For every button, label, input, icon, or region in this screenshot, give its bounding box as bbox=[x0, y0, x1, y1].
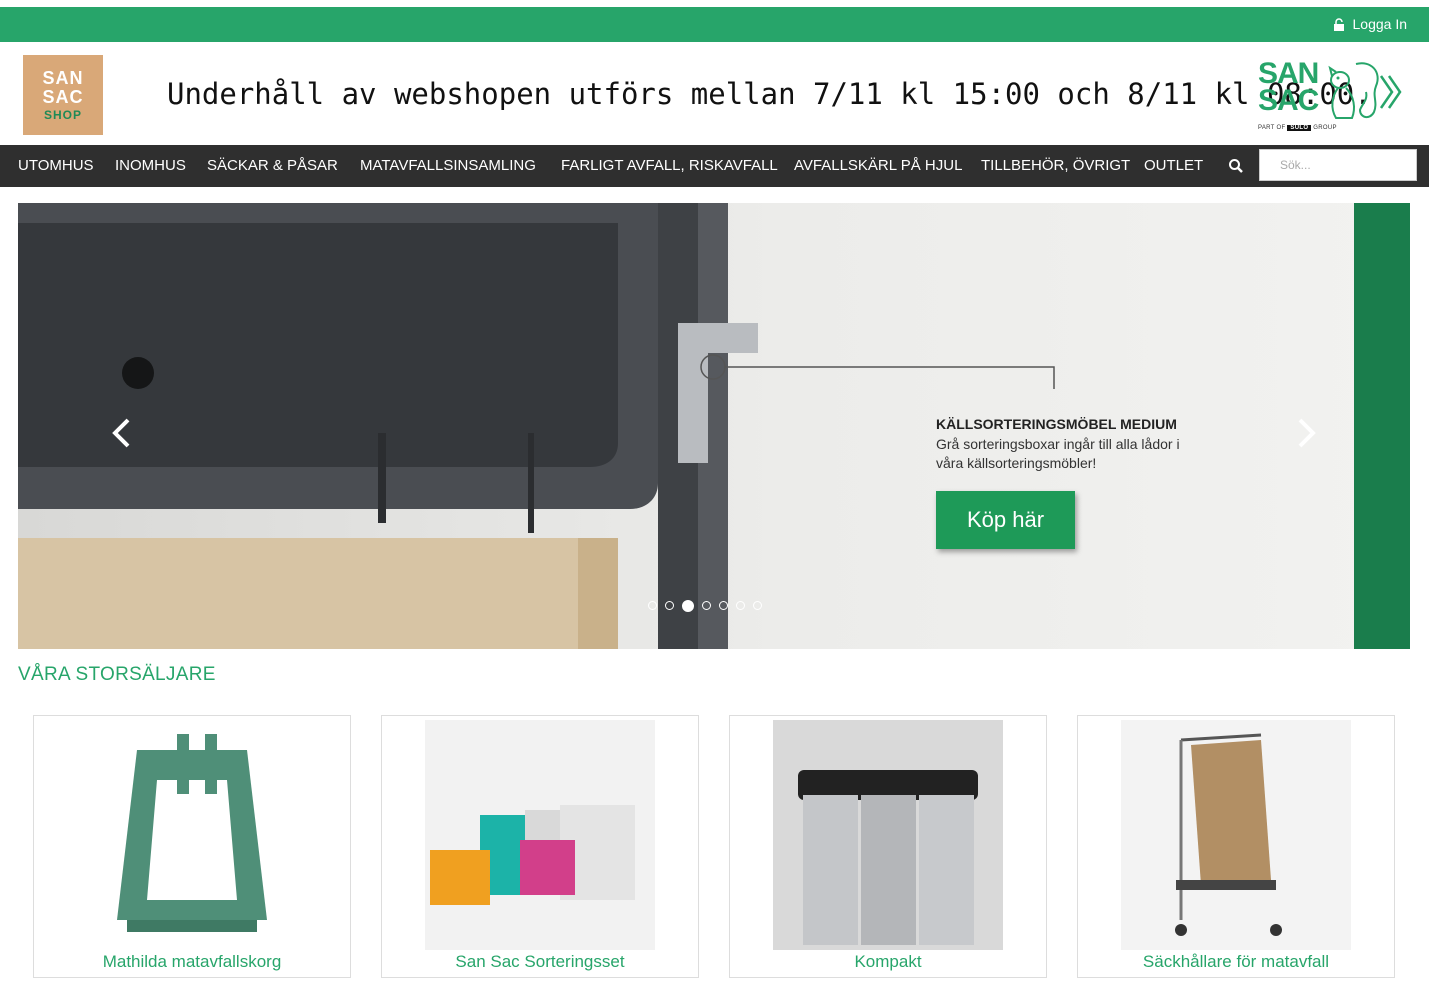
carousel-dot[interactable] bbox=[753, 601, 762, 610]
nav-item-avfallskarl[interactable]: AVFALLSKÄRL PÅ HJUL bbox=[794, 157, 962, 174]
carousel-dot-active[interactable] bbox=[682, 600, 694, 612]
hero-green-band bbox=[1354, 203, 1410, 649]
nav-item-tillbehor[interactable]: TILLBEHÖR, ÖVRIGT bbox=[981, 157, 1130, 174]
nav-item-inomhus[interactable]: INOMHUS bbox=[115, 157, 186, 174]
shop-logo-line3: SHOP bbox=[43, 108, 82, 122]
hero-carousel: KÄLLSORTERINGSMÖBEL MEDIUM Grå sortering… bbox=[18, 203, 1410, 649]
carousel-dot[interactable] bbox=[665, 601, 674, 610]
shop-logo-line2: SAC bbox=[42, 87, 84, 107]
buy-here-button[interactable]: Köp här bbox=[936, 491, 1075, 549]
product-card[interactable]: Säckhållare för matavfall bbox=[1077, 715, 1395, 978]
product-card[interactable]: Kompakt bbox=[729, 715, 1047, 978]
search-icon[interactable] bbox=[1228, 158, 1244, 174]
product-card[interactable]: San Sac Sorteringsset bbox=[381, 715, 699, 978]
product-image-kompakt bbox=[773, 720, 1003, 950]
chevron-left-icon[interactable] bbox=[110, 417, 132, 449]
brand-line2: SAC bbox=[1258, 84, 1319, 117]
product-name[interactable]: Säckhållare för matavfall bbox=[1078, 952, 1394, 972]
nav-item-matavfallsinsamling[interactable]: MATAVFALLSINSAMLING bbox=[360, 157, 536, 174]
login-link[interactable]: Logga In bbox=[1333, 16, 1408, 32]
top-bar: Logga In bbox=[0, 7, 1429, 42]
product-image-sorteringsset bbox=[425, 720, 655, 950]
product-card[interactable]: Mathilda matavfallskorg bbox=[33, 715, 351, 978]
header: SAN SAC SHOP Underhåll av webshopen utfö… bbox=[0, 42, 1429, 145]
sansac-brand-logo[interactable]: SAN SAC PART OF SULO GROUP bbox=[1256, 54, 1406, 136]
hero-title: KÄLLSORTERINGSMÖBEL MEDIUM bbox=[936, 416, 1177, 432]
brand-text: SAN SAC bbox=[1258, 57, 1319, 117]
group-label: GROUP bbox=[1313, 125, 1337, 131]
brand-part-of: PART OF SULO GROUP bbox=[1258, 125, 1337, 131]
lock-icon bbox=[1333, 17, 1344, 31]
carousel-dot[interactable] bbox=[648, 601, 657, 610]
carousel-indicators bbox=[648, 600, 762, 612]
product-image-mathilda bbox=[117, 734, 267, 932]
shop-logo[interactable]: SAN SAC SHOP bbox=[23, 55, 103, 135]
carousel-dot[interactable] bbox=[702, 601, 711, 610]
login-label: Logga In bbox=[1352, 16, 1408, 32]
nav-item-outlet[interactable]: OUTLET bbox=[1144, 157, 1203, 174]
product-name[interactable]: Kompakt bbox=[730, 952, 1046, 972]
brand-line1: SAN bbox=[1258, 57, 1319, 90]
hero-image bbox=[18, 203, 1055, 649]
product-image-sackhallare bbox=[1121, 720, 1351, 950]
nav-item-sackar-pasar[interactable]: SÄCKAR & PÅSAR bbox=[207, 157, 338, 174]
product-name[interactable]: Mathilda matavfallskorg bbox=[34, 952, 350, 972]
hero-text: Grå sorteringsboxar ingår till alla lådo… bbox=[936, 436, 1180, 471]
bestsellers-title: VÅRA STORSÄLJARE bbox=[18, 664, 216, 685]
nav-item-farligt-avfall[interactable]: FARLIGT AVFALL, RISKAVFALL bbox=[561, 157, 778, 174]
shop-logo-line1: SAN bbox=[42, 68, 84, 88]
maintenance-notice: Underhåll av webshopen utförs mellan 7/1… bbox=[167, 77, 1372, 111]
squirrel-icon bbox=[1328, 62, 1379, 119]
main-nav: UTOMHUS INOMHUS SÄCKAR & PÅSAR MATAVFALL… bbox=[0, 145, 1429, 187]
group-brand-label: SULO bbox=[1287, 125, 1312, 131]
part-of-label: PART OF bbox=[1258, 125, 1286, 131]
search-input[interactable] bbox=[1259, 149, 1417, 181]
nav-item-utomhus[interactable]: UTOMHUS bbox=[18, 157, 94, 174]
product-name[interactable]: San Sac Sorteringsset bbox=[382, 952, 698, 972]
chevron-right-icon[interactable] bbox=[1296, 417, 1318, 449]
carousel-dot[interactable] bbox=[719, 601, 728, 610]
carousel-dot[interactable] bbox=[736, 601, 745, 610]
double-chevron-right-icon bbox=[1379, 75, 1402, 109]
